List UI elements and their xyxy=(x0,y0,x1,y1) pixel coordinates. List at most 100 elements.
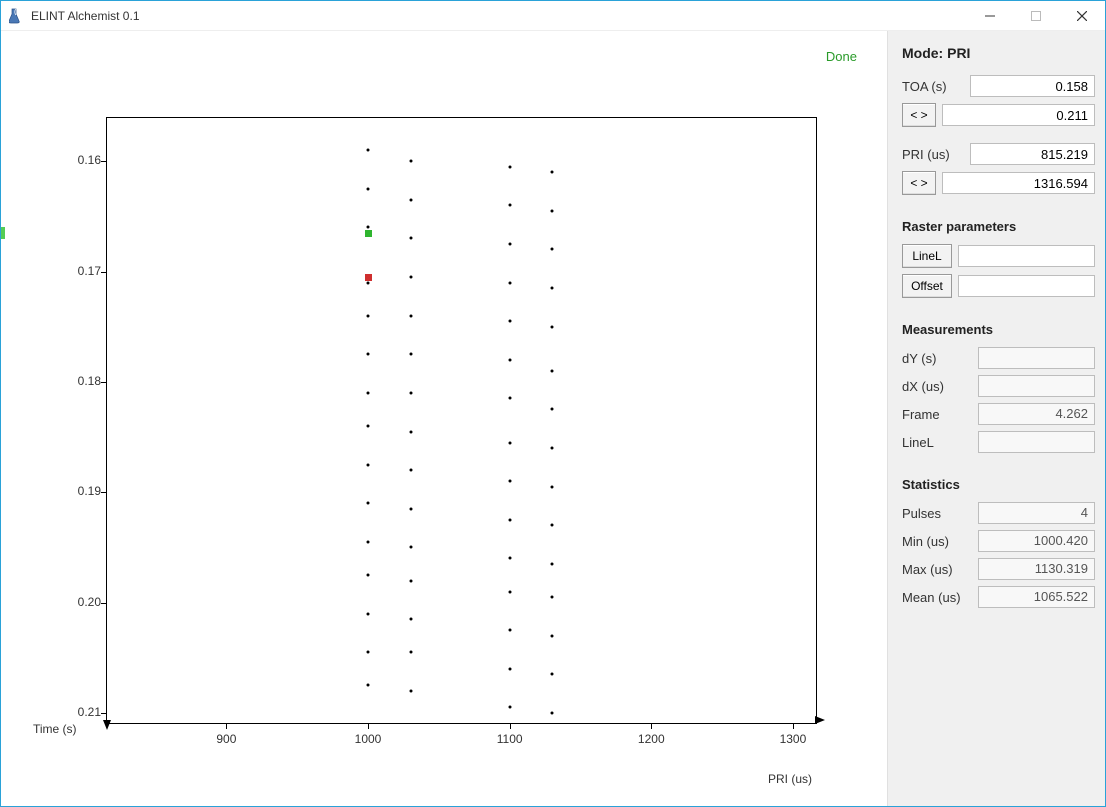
y-tick-label: 0.16 xyxy=(51,153,101,167)
data-point xyxy=(409,507,412,510)
min-label: Min (us) xyxy=(902,534,972,549)
y-tick-label: 0.18 xyxy=(51,374,101,388)
data-point xyxy=(551,524,554,527)
close-button[interactable] xyxy=(1059,1,1105,31)
data-point xyxy=(551,485,554,488)
data-point xyxy=(367,574,370,577)
data-point xyxy=(551,673,554,676)
frame-readout: 4.262 xyxy=(978,403,1095,425)
data-point xyxy=(551,209,554,212)
data-point xyxy=(409,314,412,317)
data-point xyxy=(508,480,511,483)
offset-button[interactable]: Offset xyxy=(902,274,952,298)
left-indicator-bar xyxy=(1,227,5,239)
dx-label: dX (us) xyxy=(902,379,972,394)
toa-from-input[interactable] xyxy=(970,75,1095,97)
data-point xyxy=(367,463,370,466)
data-point xyxy=(508,242,511,245)
data-point xyxy=(409,430,412,433)
data-point xyxy=(508,557,511,560)
data-point xyxy=(551,634,554,637)
toa-to-input[interactable] xyxy=(942,104,1095,126)
data-point xyxy=(367,540,370,543)
pri-nav-button[interactable]: < > xyxy=(902,171,936,195)
app-window: ELINT Alchemist 0.1 Done Time (s) PRI (u… xyxy=(0,0,1106,807)
y-axis-label: Time (s) xyxy=(33,722,77,736)
data-point xyxy=(367,187,370,190)
window-title: ELINT Alchemist 0.1 xyxy=(31,9,140,23)
data-point xyxy=(367,314,370,317)
linel-button[interactable]: LineL xyxy=(902,244,952,268)
x-tick-label: 900 xyxy=(216,732,236,746)
x-tick-label: 1100 xyxy=(497,732,523,746)
pri-to-input[interactable] xyxy=(942,172,1095,194)
data-point xyxy=(367,391,370,394)
statistics-heading: Statistics xyxy=(902,477,1095,492)
data-point xyxy=(367,425,370,428)
measurements-heading: Measurements xyxy=(902,322,1095,337)
data-point xyxy=(409,237,412,240)
toa-nav-button[interactable]: < > xyxy=(902,103,936,127)
x-tick-label: 1200 xyxy=(638,732,665,746)
dx-readout xyxy=(978,375,1095,397)
data-point xyxy=(551,325,554,328)
data-point xyxy=(508,320,511,323)
pulses-label: Pulses xyxy=(902,506,972,521)
red-marker[interactable] xyxy=(365,274,372,281)
data-point xyxy=(508,667,511,670)
sidebar: Mode: PRI TOA (s) < > PRI (us) < > Raste… xyxy=(887,31,1105,806)
y-tick-label: 0.19 xyxy=(51,484,101,498)
max-readout: 1130.319 xyxy=(978,558,1095,580)
max-label: Max (us) xyxy=(902,562,972,577)
data-point xyxy=(409,618,412,621)
dy-readout xyxy=(978,347,1095,369)
data-point xyxy=(551,408,554,411)
y-tick-label: 0.21 xyxy=(51,705,101,719)
data-point xyxy=(508,358,511,361)
meas-linel-readout xyxy=(978,431,1095,453)
data-point xyxy=(551,447,554,450)
data-point xyxy=(367,612,370,615)
data-point xyxy=(551,287,554,290)
pri-label: PRI (us) xyxy=(902,147,964,162)
app-icon xyxy=(9,8,23,24)
mode-heading: Mode: PRI xyxy=(902,45,1095,61)
toa-label: TOA (s) xyxy=(902,79,964,94)
x-tick-label: 1300 xyxy=(780,732,807,746)
offset-input[interactable] xyxy=(958,275,1095,297)
titlebar: ELINT Alchemist 0.1 xyxy=(1,1,1105,31)
data-point xyxy=(367,353,370,356)
plot-area[interactable]: Done Time (s) PRI (us) 0.160.170.180.190… xyxy=(1,31,887,806)
data-point xyxy=(508,281,511,284)
data-point xyxy=(508,518,511,521)
data-point xyxy=(409,689,412,692)
pri-from-input[interactable] xyxy=(970,143,1095,165)
data-point xyxy=(409,160,412,163)
minimize-button[interactable] xyxy=(967,1,1013,31)
mean-readout: 1065.522 xyxy=(978,586,1095,608)
data-point xyxy=(409,276,412,279)
data-point xyxy=(508,397,511,400)
green-marker[interactable] xyxy=(365,230,372,237)
y-tick-label: 0.17 xyxy=(51,264,101,278)
data-point xyxy=(508,706,511,709)
y-tick-label: 0.20 xyxy=(51,595,101,609)
frame-label: Frame xyxy=(902,407,972,422)
min-readout: 1000.420 xyxy=(978,530,1095,552)
data-point xyxy=(409,469,412,472)
data-point xyxy=(367,651,370,654)
data-point xyxy=(551,562,554,565)
raster-heading: Raster parameters xyxy=(902,219,1095,234)
dy-label: dY (s) xyxy=(902,351,972,366)
axes-box xyxy=(106,117,817,724)
x-tick-label: 1000 xyxy=(355,732,382,746)
data-point xyxy=(409,546,412,549)
pulses-readout: 4 xyxy=(978,502,1095,524)
data-point xyxy=(551,711,554,714)
linel-input[interactable] xyxy=(958,245,1095,267)
data-point xyxy=(409,198,412,201)
data-point xyxy=(508,441,511,444)
maximize-button[interactable] xyxy=(1013,1,1059,31)
meas-linel-label: LineL xyxy=(902,435,972,450)
data-point xyxy=(508,590,511,593)
